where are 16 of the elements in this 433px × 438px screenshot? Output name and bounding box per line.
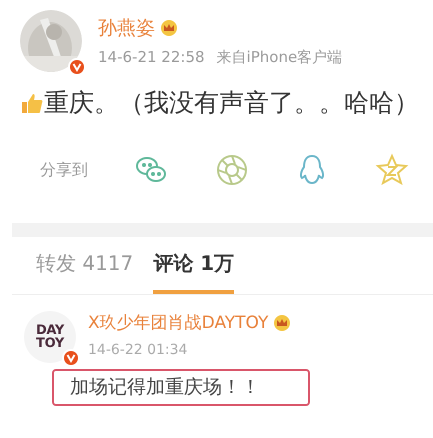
comment-text: 加场记得加重庆场！！ bbox=[52, 369, 310, 406]
share-label: 分享到 bbox=[40, 158, 88, 180]
logo-text: DAY bbox=[36, 324, 64, 336]
comment-time: 14-6-22 01:34 bbox=[88, 341, 188, 360]
commenter-name[interactable]: X玖少年团肖战DAYTOY bbox=[88, 310, 268, 336]
crown-icon bbox=[272, 314, 292, 332]
star-icon[interactable] bbox=[375, 152, 409, 186]
post-time: 14-6-21 22:58 bbox=[98, 47, 205, 68]
tab[interactable]: 评论 1万 bbox=[153, 248, 234, 294]
author-name[interactable]: 孙燕姿 bbox=[98, 14, 155, 42]
aperture-icon[interactable] bbox=[214, 152, 248, 186]
crown-icon bbox=[159, 18, 179, 37]
post-source: 来自iPhone客户端 bbox=[216, 47, 342, 68]
post-text: 重庆。（我没有声音了。。哈哈） bbox=[44, 87, 419, 119]
logo-text: TOY bbox=[36, 336, 64, 350]
tab[interactable]: 转发 4117 bbox=[36, 248, 134, 294]
